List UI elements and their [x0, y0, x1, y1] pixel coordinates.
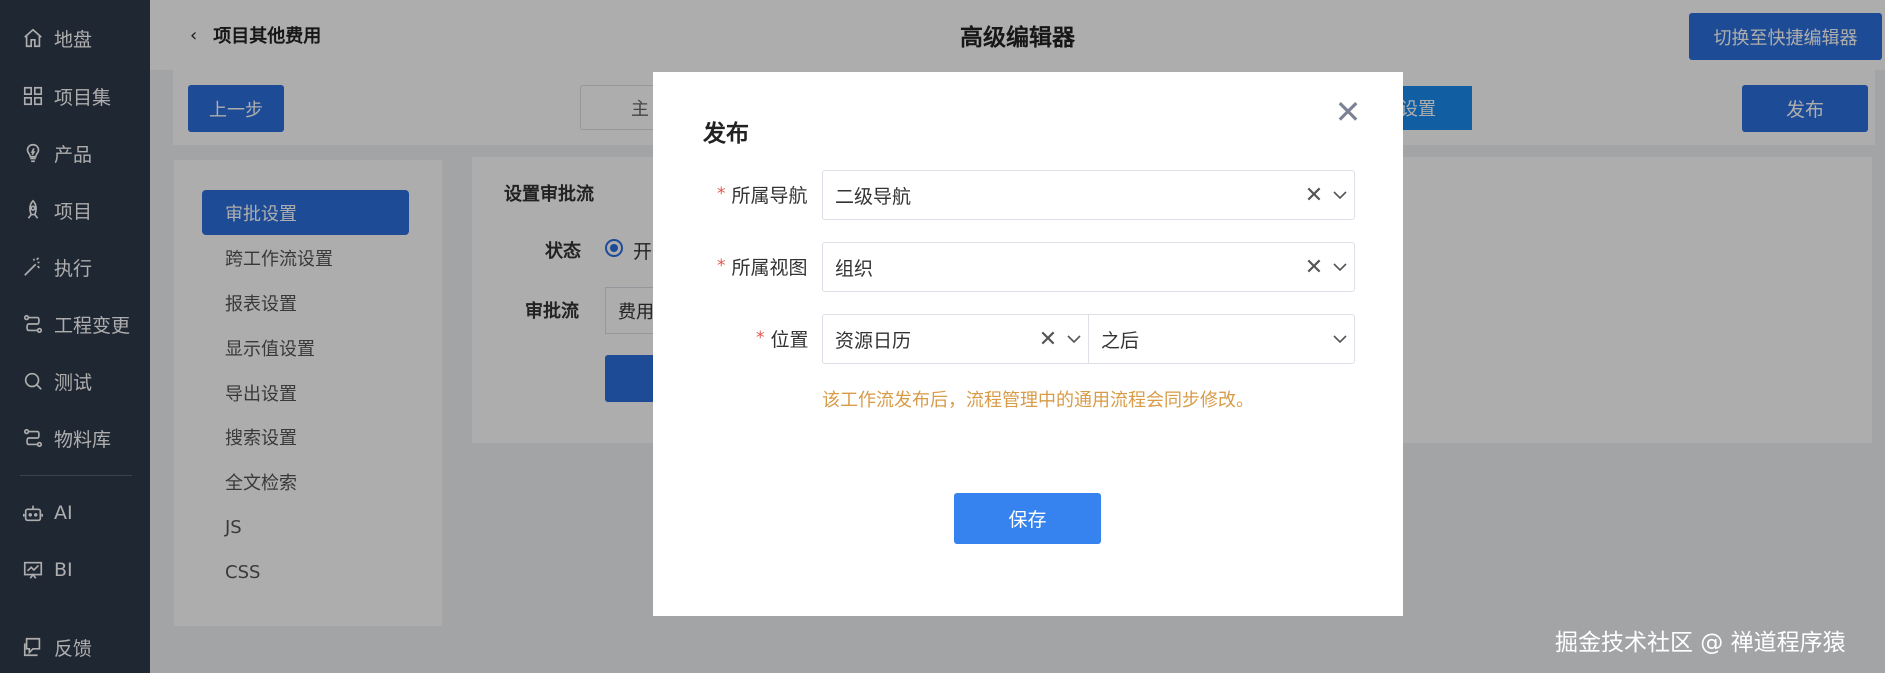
position-target-select[interactable]: 资源日历 ✕: [822, 314, 1089, 364]
chevron-down-icon: [1326, 190, 1354, 200]
view-select[interactable]: 组织 ✕: [822, 242, 1355, 292]
chevron-down-icon: [1326, 262, 1354, 272]
nav-select[interactable]: 二级导航 ✕: [822, 170, 1355, 220]
chevron-down-icon: [1060, 334, 1088, 344]
position-order-select[interactable]: 之后: [1088, 314, 1355, 364]
publish-note: 该工作流发布后，流程管理中的通用流程会同步修改。: [822, 390, 1254, 411]
clear-icon[interactable]: ✕: [1302, 255, 1326, 280]
position-field-label: * 位置: [756, 328, 809, 351]
required-mark: *: [717, 256, 726, 276]
view-field-label: * 所属视图: [717, 256, 808, 279]
publish-dialog: 发布 ✕ * 所属导航 二级导航 ✕ * 所属视图 组织 ✕ * 位置 资源日历…: [653, 72, 1403, 616]
dialog-title: 发布: [703, 121, 749, 147]
watermark: 掘金技术社区 @ 禅道程序猿: [1555, 630, 1846, 656]
chevron-down-icon: [1326, 334, 1354, 344]
clear-icon[interactable]: ✕: [1302, 183, 1326, 208]
close-icon[interactable]: ✕: [1328, 92, 1368, 132]
clear-icon[interactable]: ✕: [1036, 327, 1060, 352]
required-mark: *: [756, 328, 765, 348]
nav-field-label: * 所属导航: [717, 184, 808, 207]
save-button[interactable]: 保存: [954, 493, 1101, 544]
required-mark: *: [717, 184, 726, 204]
